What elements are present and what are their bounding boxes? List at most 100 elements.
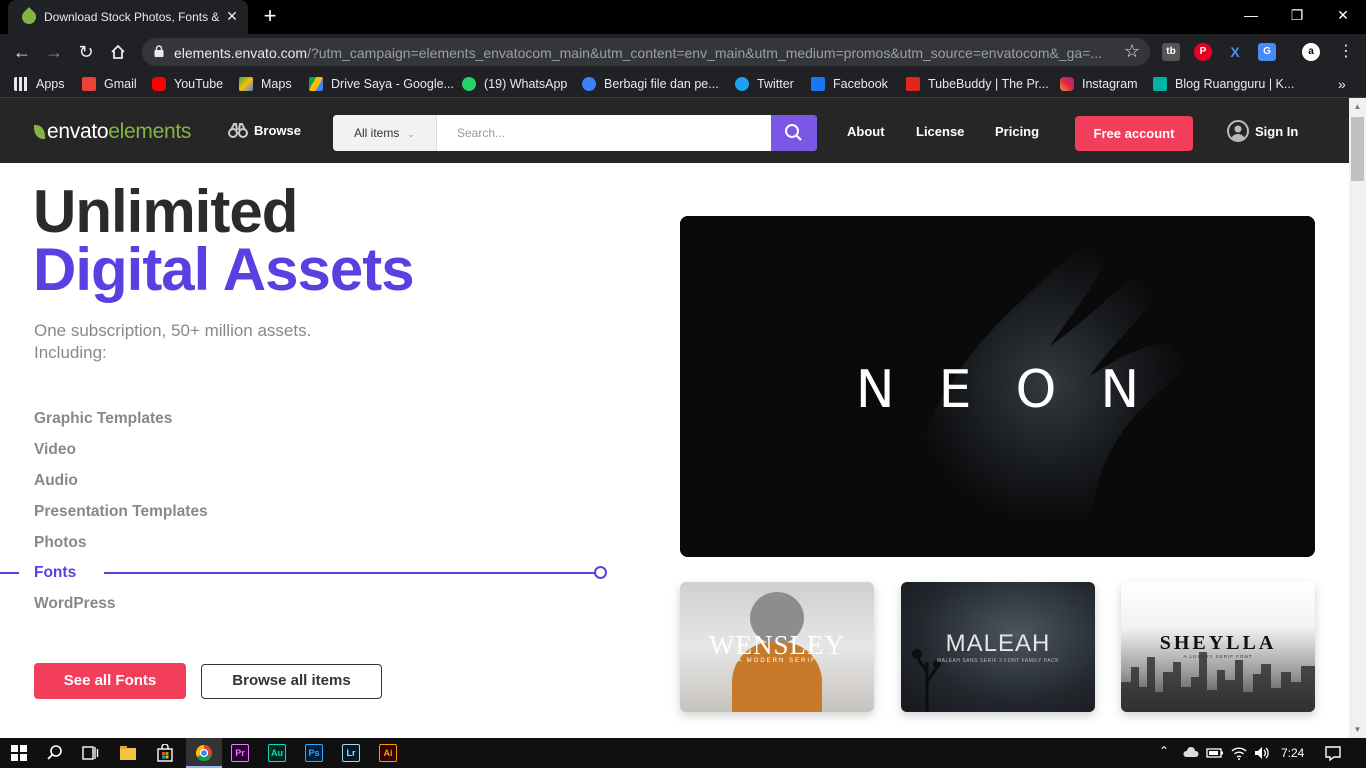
taskbar-search-icon[interactable]: [46, 744, 64, 762]
active-category-indicator-left: [0, 572, 19, 574]
category-select[interactable]: All items ⌄: [333, 115, 437, 151]
sheylla-subtitle: A LUXURY SERIF FONT: [1183, 654, 1253, 659]
bookmark-twitter[interactable]: Twitter: [735, 76, 794, 92]
tubebuddy-extension-icon[interactable]: tb: [1162, 43, 1180, 61]
page-scrollbar[interactable]: ▲ ▼: [1349, 98, 1366, 738]
search-input[interactable]: [437, 115, 771, 151]
bookmark-tubebuddy[interactable]: TubeBuddy | The Pr...: [906, 76, 1049, 92]
new-tab-button[interactable]: +: [258, 5, 282, 29]
browser-toolbar: ← → ↻ elements.envato.com/?utm_campaign=…: [0, 34, 1366, 70]
battery-icon[interactable]: [1206, 744, 1224, 762]
file-explorer-icon[interactable]: [119, 744, 137, 762]
microsoft-store-icon[interactable]: [156, 744, 174, 762]
neon-font-title: NEON: [855, 360, 1184, 420]
show-hidden-icons-chevron-icon[interactable]: ⌃: [1159, 744, 1169, 758]
binoculars-icon: [228, 123, 248, 138]
envato-favicon-icon: [19, 7, 39, 27]
browser-tab[interactable]: Download Stock Photos, Fonts & ... ✕: [8, 0, 248, 34]
address-bar[interactable]: elements.envato.com/?utm_campaign=elemen…: [142, 38, 1150, 66]
taskbar-premiere-icon[interactable]: Pr: [231, 744, 249, 762]
forward-arrow-icon[interactable]: →: [42, 40, 66, 64]
notification-center-icon[interactable]: [1324, 744, 1342, 762]
taskbar-chrome-active[interactable]: [186, 738, 222, 768]
taskbar-audition-icon[interactable]: Au: [268, 744, 286, 762]
category-video[interactable]: Video: [34, 441, 76, 459]
twitter-icon: [735, 77, 749, 91]
featured-font-preview[interactable]: NEON: [680, 216, 1315, 557]
category-photos[interactable]: Photos: [34, 534, 87, 552]
pinterest-extension-icon[interactable]: P: [1194, 43, 1212, 61]
scroll-up-arrow-icon[interactable]: ▲: [1349, 98, 1366, 115]
hero-title-line2: Digital Assets: [33, 236, 415, 303]
taskbar-lightroom-icon[interactable]: Lr: [342, 744, 360, 762]
category-fonts[interactable]: Fonts: [34, 564, 76, 582]
maleah-subtitle: MALEAH SANS SERIF 3 FONT FAMILY PACK: [936, 658, 1060, 664]
search-button[interactable]: [771, 115, 817, 151]
minimize-button[interactable]: —: [1228, 0, 1274, 30]
translate-extension-icon[interactable]: G: [1258, 43, 1276, 61]
bookmark-instagram[interactable]: Instagram: [1060, 76, 1138, 92]
maps-icon: [239, 77, 253, 91]
home-icon[interactable]: [106, 40, 130, 64]
wifi-icon[interactable]: [1230, 744, 1248, 762]
nav-license[interactable]: License: [916, 124, 964, 139]
profile-avatar-icon[interactable]: a: [1302, 43, 1320, 61]
bookmark-youtube[interactable]: YouTube: [152, 76, 223, 92]
category-presentation-templates[interactable]: Presentation Templates: [34, 503, 208, 521]
lock-icon: [154, 45, 164, 57]
back-arrow-icon[interactable]: ←: [10, 40, 34, 64]
ruangguru-icon: [1153, 77, 1167, 91]
scroll-down-arrow-icon[interactable]: ▼: [1349, 721, 1366, 738]
bookmark-apps[interactable]: Apps: [14, 76, 65, 92]
taskbar-clock[interactable]: 7:24: [1281, 746, 1304, 760]
bookmark-drive[interactable]: Drive Saya - Google...: [309, 76, 454, 92]
bookmark-whatsapp[interactable]: (19) WhatsApp: [462, 76, 567, 92]
onedrive-cloud-icon[interactable]: [1182, 744, 1200, 762]
browse-button[interactable]: Browse: [228, 122, 301, 138]
browse-all-items-button[interactable]: Browse all items: [201, 664, 382, 699]
font-preview-wensley[interactable]: WENSLEY A MODERN SERIF: [680, 582, 874, 712]
browser-title-bar: Download Stock Photos, Fonts & ... ✕ + —…: [0, 0, 1366, 34]
font-preview-maleah[interactable]: MALEAH MALEAH SANS SERIF 3 FONT FAMILY P…: [901, 582, 1095, 712]
task-view-icon[interactable]: [81, 744, 99, 762]
font-preview-sheylla[interactable]: SHEYLLA A LUXURY SERIF FONT: [1121, 582, 1315, 712]
bookmark-ruangguru[interactable]: Blog Ruangguru | K...: [1153, 76, 1294, 92]
category-audio[interactable]: Audio: [34, 472, 78, 490]
wensley-subtitle: A MODERN SERIF: [737, 658, 817, 664]
scrollbar-thumb[interactable]: [1351, 117, 1364, 181]
taskbar-photoshop-icon[interactable]: Ps: [305, 744, 323, 762]
windows-start-icon[interactable]: [10, 744, 28, 762]
more-bookmarks-button[interactable]: »: [1338, 76, 1346, 92]
sign-in-link[interactable]: Sign In: [1227, 120, 1298, 143]
nav-pricing[interactable]: Pricing: [995, 124, 1039, 139]
x-extension-icon[interactable]: X: [1226, 43, 1244, 61]
bookmark-star-icon[interactable]: ☆: [1124, 41, 1140, 62]
bookmarks-bar: Apps Gmail YouTube Maps Drive Saya - Goo…: [0, 70, 1366, 98]
bookmark-berbagi-file[interactable]: Berbagi file dan pe...: [582, 76, 719, 92]
chevron-down-icon: ⌄: [407, 129, 415, 139]
facebook-icon: [811, 77, 825, 91]
maleah-title: MALEAH: [945, 630, 1051, 657]
see-all-fonts-button[interactable]: See all Fonts: [34, 663, 186, 699]
menu-kebab-icon[interactable]: ⋮: [1334, 40, 1358, 64]
category-graphic-templates[interactable]: Graphic Templates: [34, 410, 172, 428]
windows-taskbar: Pr Au Ps Lr Ai ⌃ 7:24: [0, 738, 1366, 768]
whatsapp-icon: [462, 77, 476, 91]
volume-icon[interactable]: [1253, 744, 1271, 762]
taskbar-illustrator-icon[interactable]: Ai: [379, 744, 397, 762]
window-close-button[interactable]: ✕: [1320, 0, 1366, 30]
bookmark-gmail[interactable]: Gmail: [82, 76, 137, 92]
google-drive-icon: [309, 77, 323, 91]
tab-close-icon[interactable]: ✕: [224, 8, 240, 24]
envato-leaf-icon: [34, 125, 45, 139]
reload-icon[interactable]: ↻: [74, 40, 98, 64]
envato-elements-logo[interactable]: envatoelements: [34, 120, 191, 144]
bookmark-facebook[interactable]: Facebook: [811, 76, 888, 92]
category-wordpress[interactable]: WordPress: [34, 595, 116, 613]
restore-button[interactable]: ❐: [1274, 0, 1320, 30]
nav-about[interactable]: About: [847, 124, 885, 139]
bookmark-maps[interactable]: Maps: [239, 76, 292, 92]
tubebuddy-icon: [906, 77, 920, 91]
free-account-button[interactable]: Free account: [1075, 116, 1193, 151]
hero-subtitle: One subscription, 50+ million assets.: [34, 321, 312, 340]
